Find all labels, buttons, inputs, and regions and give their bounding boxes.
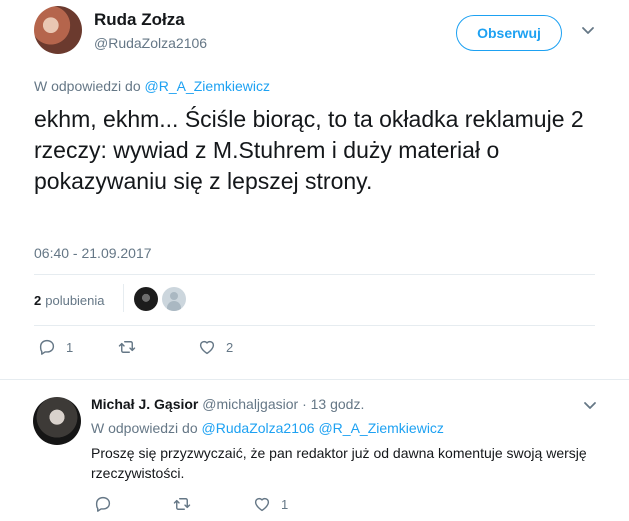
reply-to-link[interactable]: @R_A_Ziemkiewicz <box>318 420 443 436</box>
author-name[interactable]: Ruda Zołza <box>94 10 185 30</box>
like-button[interactable]: 1 <box>253 495 288 513</box>
follow-button[interactable]: Obserwuj <box>456 15 562 51</box>
likes-summary[interactable]: 2 polubienia <box>34 290 105 310</box>
author-name[interactable]: Michał J. Gąsior <box>91 396 198 412</box>
tweet-text: Proszę się przyzwyczaić, że pan redaktor… <box>91 445 587 481</box>
retweet-icon <box>173 498 191 510</box>
reply-context: W odpowiedzi do @R_A_Ziemkiewicz <box>34 78 270 94</box>
author-handle[interactable]: @RudaZolza2106 <box>94 35 207 51</box>
reply-tweet[interactable]: Michał J. Gąsior @michaljgasior · 13 god… <box>0 380 629 521</box>
likes-label: polubienia <box>45 292 105 308</box>
reply-to-link[interactable]: @RudaZolza2106 <box>202 420 315 436</box>
like-button[interactable]: 2 <box>198 338 233 356</box>
reply-context: W odpowiedzi do @RudaZolza2106 @R_A_Ziem… <box>91 420 444 436</box>
divider <box>123 284 124 312</box>
relative-time[interactable]: 13 godz. <box>311 396 365 412</box>
reply-count: 1 <box>66 339 74 355</box>
tweet-text: ekhm, ekhm... Ściśle biorąc, to ta okład… <box>34 106 584 194</box>
like-count: 1 <box>281 496 289 512</box>
retweet-button[interactable] <box>118 338 146 356</box>
reply-button[interactable]: 1 <box>38 338 73 356</box>
reply-button[interactable] <box>94 495 122 513</box>
avatar[interactable] <box>33 397 81 445</box>
reply-prefix: W odpowiedzi do <box>91 420 198 436</box>
reply-to-link[interactable]: @R_A_Ziemkiewicz <box>145 78 270 94</box>
chevron-down-icon[interactable] <box>581 26 595 36</box>
retweet-button[interactable] <box>173 495 201 513</box>
separator-dot: · <box>302 396 307 412</box>
main-tweet: Ruda Zołza @RudaZolza2106 Obserwuj W odp… <box>0 0 629 370</box>
divider <box>34 325 595 326</box>
reply-icon <box>39 339 55 355</box>
reply-icon <box>95 496 111 512</box>
avatar[interactable] <box>34 6 82 54</box>
likes-count: 2 <box>34 292 42 308</box>
retweet-icon <box>118 341 136 353</box>
heart-icon <box>199 340 215 355</box>
reply-prefix: W odpowiedzi do <box>34 78 141 94</box>
liker-avatar[interactable] <box>134 287 158 311</box>
author-handle[interactable]: @michaljgasior <box>202 396 298 412</box>
heart-icon <box>254 497 270 512</box>
reply-header: Michał J. Gąsior @michaljgasior · 13 god… <box>91 396 364 412</box>
like-count: 2 <box>226 339 234 355</box>
divider <box>34 274 595 275</box>
liker-avatar[interactable] <box>162 287 186 311</box>
chevron-down-icon[interactable] <box>583 401 597 411</box>
timestamp[interactable]: 06:40 - 21.09.2017 <box>34 245 152 261</box>
